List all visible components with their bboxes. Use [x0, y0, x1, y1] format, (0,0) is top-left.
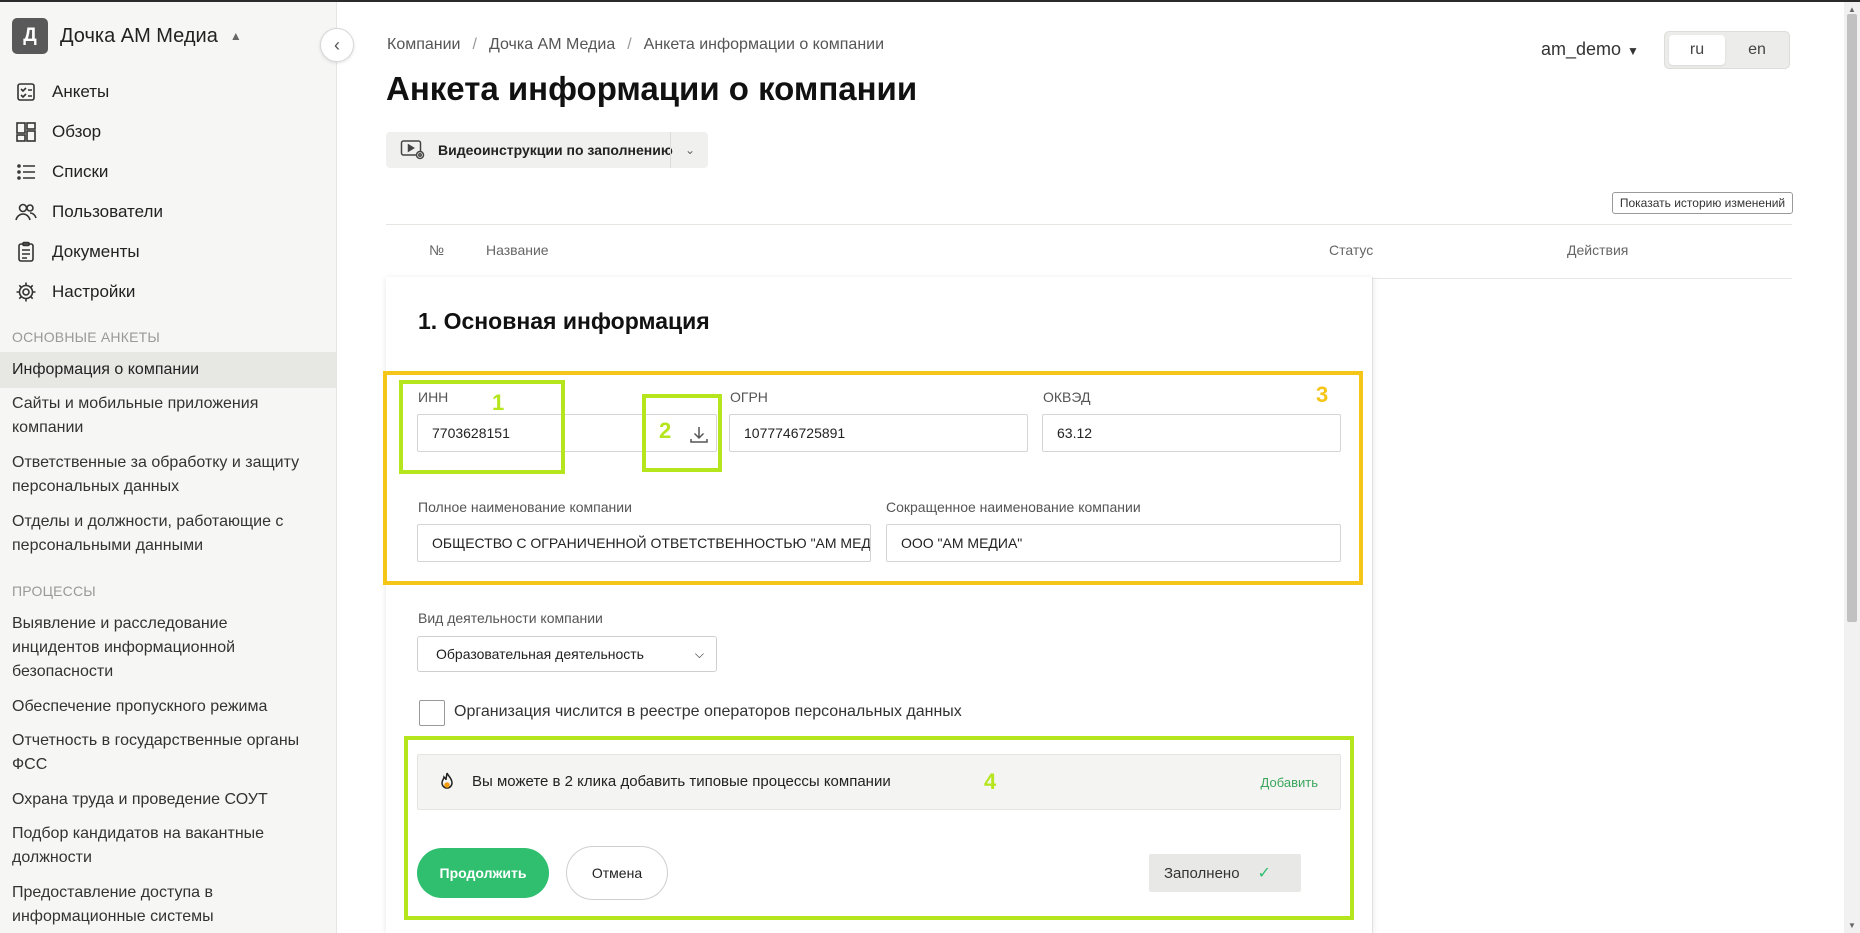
video-instructions-label: Видеоинструкции по заполнению	[438, 142, 673, 158]
divider	[670, 132, 671, 168]
scroll-down-arrow-icon[interactable]: ▼	[1846, 919, 1858, 931]
divider	[1372, 277, 1373, 933]
table-header: № Название Статус Действия	[386, 224, 1792, 279]
section-title: 1. Основная информация	[418, 308, 710, 334]
nav-item-overview[interactable]: Обзор	[12, 112, 322, 152]
annotation-box-2	[642, 394, 722, 472]
column-header-status: Статус	[1329, 242, 1374, 258]
breadcrumb-current: Анкета информации о компании	[643, 36, 885, 53]
scrollbar-thumb[interactable]	[1847, 14, 1857, 622]
sidebar-collapse-button[interactable]: ‹	[320, 28, 354, 62]
clipboard-icon	[12, 240, 40, 264]
gear-icon	[12, 280, 40, 304]
show-history-button[interactable]: Показать историю изменений	[1612, 192, 1793, 214]
lang-en-button[interactable]: en	[1729, 35, 1785, 65]
registry-checkbox[interactable]	[419, 700, 445, 726]
registry-checkbox-label[interactable]: Организация числится в реестре операторо…	[454, 703, 962, 721]
annotation-number-4: 4	[984, 769, 997, 794]
activity-select[interactable]: Образовательная деятельность ⌵	[417, 636, 717, 672]
user-name: am_demo	[1541, 39, 1622, 59]
chevron-up-icon: ▲	[229, 29, 242, 43]
activity-label: Вид деятельности компании	[418, 610, 603, 626]
breadcrumb-separator: /	[472, 36, 477, 53]
language-switcher: ru en	[1664, 31, 1790, 69]
nav-item-label: Пользователи	[52, 202, 163, 221]
sidebar-item-departments[interactable]: Отделы и должности, работающие с персона…	[12, 510, 312, 558]
nav-item-users[interactable]: Пользователи	[12, 192, 322, 232]
sidebar-item-labor-safety[interactable]: Охрана труда и проведение СОУТ	[12, 788, 312, 812]
nav-item-settings[interactable]: Настройки	[12, 272, 322, 312]
annotation-number-1: 1	[492, 390, 505, 415]
nav-item-label: Документы	[52, 242, 140, 261]
breadcrumb-item[interactable]: Компании	[387, 36, 461, 53]
nav-item-questionnaires[interactable]: Анкеты	[12, 72, 322, 112]
breadcrumb: Компании / Дочка АМ Медиа / Анкета информаци…	[387, 36, 884, 54]
sidebar-item-is-access[interactable]: Предоставление доступа в информационные …	[12, 881, 312, 929]
chevron-left-icon: ‹	[334, 34, 340, 55]
nav-item-documents[interactable]: Документы	[12, 232, 322, 272]
video-instructions-button[interactable]: Видеоинструкции по заполнению ⌄	[386, 132, 708, 168]
nav-item-label: Списки	[52, 162, 109, 181]
user-menu[interactable]: am_demo ▼	[1541, 39, 1639, 60]
annotation-number-2: 2	[659, 418, 672, 443]
sidebar-item-responsible[interactable]: Ответственные за обработку и защиту перс…	[12, 451, 312, 499]
nav-item-label: Настройки	[52, 282, 136, 301]
sidebar-item-company-info[interactable]: Информация о компании	[12, 358, 312, 382]
company-name: Дочка АМ Медиа	[60, 24, 218, 47]
chevron-down-icon: ⌵	[694, 646, 704, 661]
company-avatar: Д	[12, 18, 48, 54]
checklist-icon	[12, 80, 40, 104]
sidebar-item-fss-reporting[interactable]: Отчетность в государственные органы ФСС	[12, 729, 312, 777]
dashboard-icon	[12, 120, 40, 144]
chevron-down-icon[interactable]: ⌄	[672, 132, 708, 168]
company-switcher[interactable]: Д Дочка АМ Медиа ▲	[12, 18, 242, 54]
main-nav: Анкеты Обзор Списки Пользователи Докумен…	[12, 72, 322, 312]
annotation-number-3: 3	[1316, 382, 1329, 407]
sidebar-item-sites[interactable]: Сайты и мобильные приложения компании	[12, 392, 312, 440]
sidebar: Д Дочка АМ Медиа ▲ Анкеты Обзор Списки П…	[0, 2, 337, 933]
section-title-processes: ПРОЦЕССЫ	[12, 583, 96, 599]
sidebar-item-recruiting[interactable]: Подбор кандидатов на вакантные должности	[12, 822, 312, 870]
column-header-name: Название	[486, 242, 549, 258]
list-icon	[12, 160, 40, 184]
breadcrumb-item[interactable]: Дочка АМ Медиа	[489, 36, 615, 53]
column-header-actions: Действия	[1567, 242, 1629, 258]
section-title-main: ОСНОВНЫЕ АНКЕТЫ	[12, 329, 160, 345]
nav-item-lists[interactable]: Списки	[12, 152, 322, 192]
sidebar-item-incidents[interactable]: Выявление и расследование инцидентов инф…	[12, 612, 312, 684]
annotation-box-1	[399, 380, 565, 474]
column-header-number: №	[429, 242, 445, 258]
sidebar-item-access-control[interactable]: Обеспечение пропускного режима	[12, 695, 312, 719]
page-title: Анкета информации о компании	[386, 70, 918, 107]
lang-ru-button[interactable]: ru	[1669, 35, 1725, 65]
annotation-box-4	[404, 736, 1354, 920]
video-settings-icon	[400, 140, 425, 160]
nav-item-label: Анкеты	[52, 82, 110, 101]
breadcrumb-separator: /	[627, 36, 632, 53]
nav-item-label: Обзор	[52, 122, 102, 141]
users-icon	[12, 200, 40, 224]
caret-down-icon: ▼	[1627, 44, 1639, 58]
activity-selected-value: Образовательная деятельность	[436, 646, 644, 662]
